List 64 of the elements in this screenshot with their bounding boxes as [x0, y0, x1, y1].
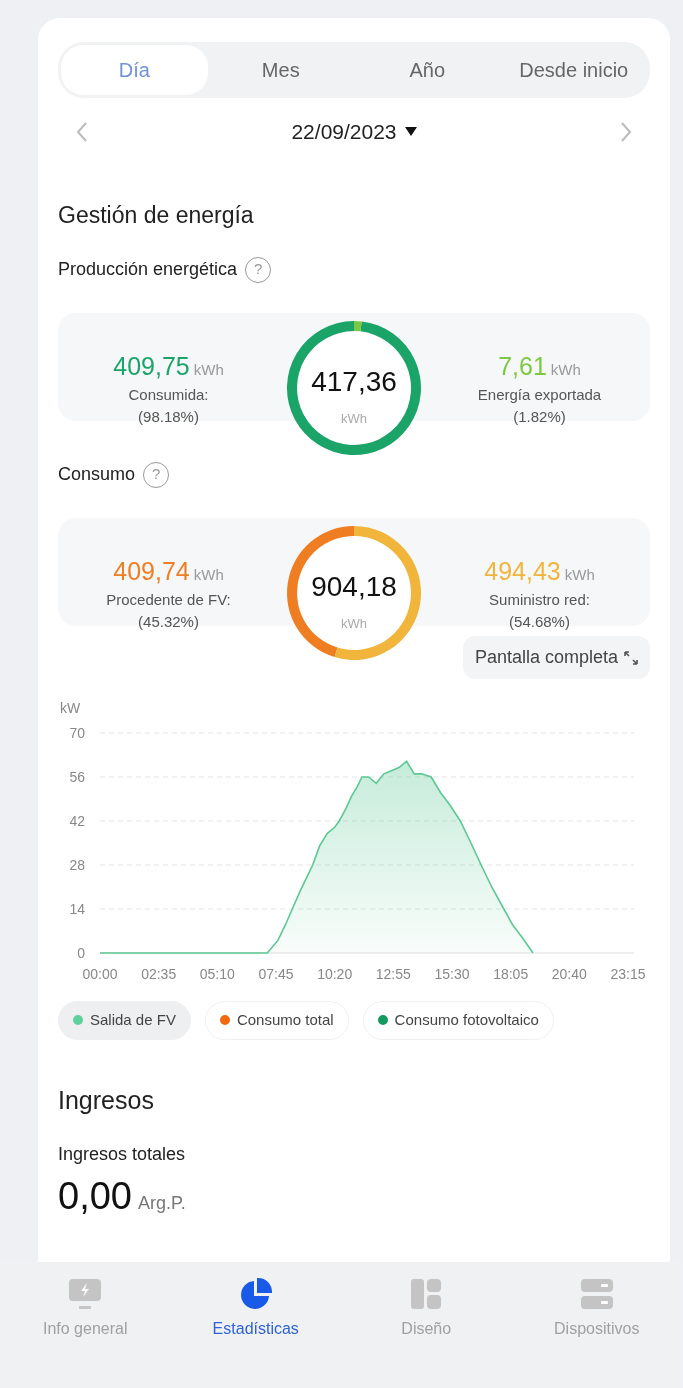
ring-unit: kWh	[340, 615, 368, 633]
energy-value: 7,61	[498, 352, 547, 381]
axis-unit: kW	[60, 700, 81, 716]
layout-icon	[409, 1277, 444, 1311]
energy-share: (98.18%)	[137, 407, 200, 428]
legend-item[interactable]: Consumo fotovoltaico	[362, 1001, 554, 1040]
period-tab[interactable]: Día	[61, 45, 208, 95]
y-tick-label: 42	[69, 813, 85, 829]
chevron-left-icon[interactable]	[76, 120, 88, 143]
energy-value: 494,43	[484, 557, 561, 586]
ring-total: 417,36	[310, 365, 398, 399]
x-tick-label: 12:55	[375, 966, 411, 982]
energy-unit: kWh	[564, 566, 595, 584]
server-icon	[579, 1277, 614, 1311]
y-tick-label: 28	[69, 857, 85, 873]
legend-item[interactable]: Salida de FV	[58, 1001, 191, 1040]
energy-label: Consumida:	[127, 385, 210, 406]
x-tick-label: 00:00	[82, 966, 118, 982]
energy-value: 409,75	[113, 352, 190, 381]
date-label[interactable]: 22/09/2023	[291, 116, 397, 148]
y-tick-label: 70	[69, 725, 85, 741]
energy-share: (54.68%)	[508, 612, 571, 633]
energy-label: Energía exportada	[476, 385, 603, 406]
nav-tab[interactable]: Estadísticas	[170, 1276, 341, 1358]
legend-item[interactable]: Consumo total	[204, 1001, 349, 1040]
energy-share: (1.82%)	[512, 407, 567, 428]
energy-label: Suministro red:	[488, 590, 591, 611]
y-tick-label: 56	[69, 769, 85, 785]
energy-label: Procedente de FV:	[105, 590, 232, 611]
ring-total: 904,18	[310, 570, 398, 604]
block-title: Producción energética	[58, 258, 238, 281]
x-tick-label: 07:45	[258, 966, 294, 982]
monitor-icon	[68, 1277, 103, 1311]
section-title: Gestión de energía	[58, 200, 255, 230]
y-tick-label: 0	[77, 945, 85, 961]
period-tab[interactable]: Mes	[207, 45, 354, 95]
energy-value: 409,74	[113, 557, 190, 586]
donut-slice	[287, 321, 421, 455]
energy-unit: kWh	[193, 566, 224, 584]
x-tick-label: 23:15	[610, 966, 646, 982]
energy-unit: kWh	[193, 361, 224, 379]
x-tick-label: 02:35	[141, 966, 177, 982]
energy-share: (45.32%)	[137, 612, 200, 633]
fullscreen-button[interactable]: Pantalla completa	[462, 636, 650, 679]
x-tick-label: 20:40	[551, 966, 587, 982]
currency-unit: Arg.P.	[137, 1192, 186, 1215]
period-tab[interactable]: Desde inicio	[500, 45, 647, 95]
chevron-right-icon[interactable]	[620, 120, 632, 143]
block-title: Consumo	[58, 463, 136, 486]
section-title: Ingresos	[58, 1084, 155, 1116]
caret-down-icon[interactable]	[404, 127, 417, 137]
income-value: 0,00	[58, 1174, 132, 1219]
pie-chart-icon	[238, 1277, 273, 1311]
ring-unit: kWh	[340, 410, 368, 428]
x-tick-label: 18:05	[493, 966, 529, 982]
x-tick-label: 15:30	[434, 966, 470, 982]
energy-unit: kWh	[550, 361, 581, 379]
x-tick-label: 10:20	[317, 966, 353, 982]
donut-slice	[354, 321, 362, 332]
income-label: Ingresos totales	[58, 1143, 187, 1166]
period-tab[interactable]: Año	[354, 45, 501, 95]
x-tick-label: 05:10	[199, 966, 235, 982]
y-tick-label: 14	[69, 901, 85, 917]
expand-icon	[624, 650, 638, 665]
